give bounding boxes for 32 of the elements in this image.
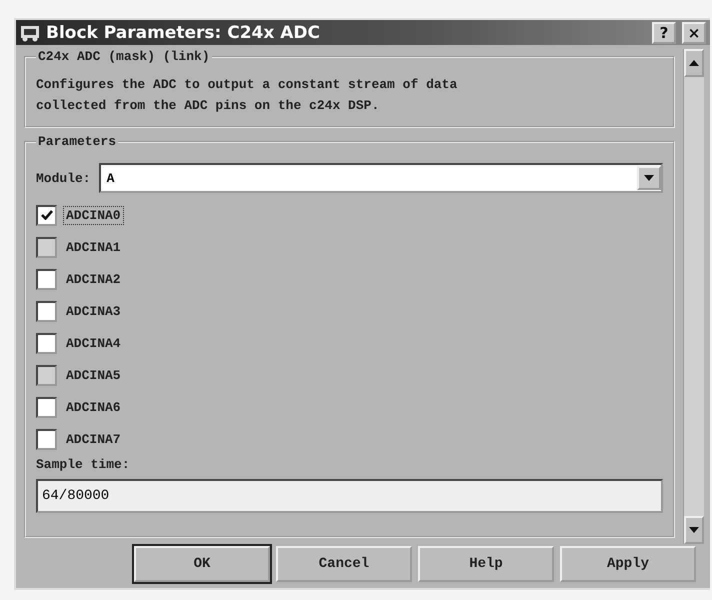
checkbox-label[interactable]: ADCINA7 [63,430,124,448]
dialog-button[interactable]: Help [418,546,554,582]
checkbox[interactable] [36,428,57,450]
checkbox[interactable] [36,332,57,354]
checkbox-label[interactable]: ADCINA0 [63,206,124,224]
field-label: Sample time: [36,457,130,472]
dialog-button[interactable]: Apply [560,546,696,582]
checkbox[interactable] [36,300,57,322]
checkbox[interactable] [36,396,57,418]
dialog-button[interactable]: OK [134,546,270,582]
checkbox[interactable] [36,268,57,290]
checkbox-label[interactable]: ADCINA6 [63,398,124,416]
check-icon [40,210,52,220]
group-title: C24x ADC (mask) (link) [37,49,211,64]
scrollbar[interactable] [683,49,704,544]
checkbox-label[interactable]: ADCINA3 [63,302,124,320]
field-label: Module: [36,170,91,186]
group-title: Parameters [37,134,118,149]
checkbox-label[interactable]: ADCINA2 [63,270,124,288]
checkbox[interactable] [36,204,57,226]
help-button[interactable]: ? [652,22,676,44]
sample-time-field[interactable]: 64/80000 [36,479,663,513]
dialog-button[interactable]: Cancel [276,546,412,582]
module-dropdown[interactable]: A [98,163,663,193]
close-button[interactable]: × [682,22,706,44]
checkbox-label[interactable]: ADCINA4 [63,334,124,352]
description-text: Configures the ADC to output a constant stream of data collected from the ADC pins on the c24x DSP. [36,76,458,115]
scroll-down-icon [689,527,699,533]
caret-icon [644,175,654,181]
window-title: Block Parameters: C24x ADC [46,22,321,42]
block-icon [20,24,40,42]
scroll-up-icon [689,60,699,66]
